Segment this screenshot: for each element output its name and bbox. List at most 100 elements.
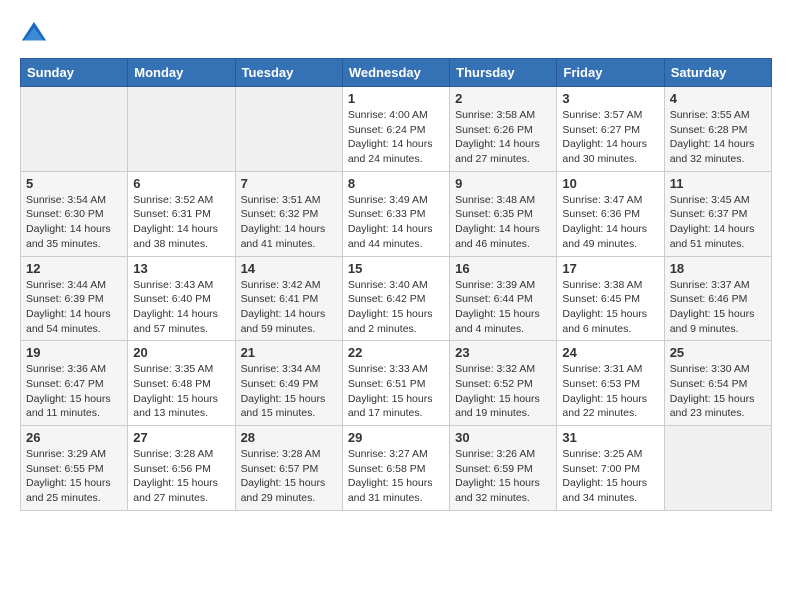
day-info: Sunrise: 3:37 AM Sunset: 6:46 PM Dayligh… [670,278,766,337]
day-info: Sunrise: 4:00 AM Sunset: 6:24 PM Dayligh… [348,108,444,167]
day-cell: 18 Sunrise: 3:37 AM Sunset: 6:46 PM Dayli… [664,256,771,341]
logo-icon [20,20,48,48]
col-header-friday: Friday [557,59,664,87]
day-number: 27 [133,430,229,445]
day-cell: 5Sunrise: 3:54 AM Sunset: 6:30 PM Daylig… [21,171,128,256]
day-info: Sunrise: 3:43 AM Sunset: 6:40 PM Dayligh… [133,278,229,337]
day-cell: 30 Sunrise: 3:26 AM Sunset: 6:59 PM Dayli… [450,426,557,511]
day-number: 24 [562,345,658,360]
day-cell: 2 Sunrise: 3:58 AM Sunset: 6:26 PM Daylig… [450,87,557,172]
day-cell [235,87,342,172]
day-cell: 24 Sunrise: 3:31 AM Sunset: 6:53 PM Dayli… [557,341,664,426]
day-number: 7 [241,176,337,191]
day-info: Sunrise: 3:52 AM Sunset: 6:31 PM Dayligh… [133,193,229,252]
col-header-monday: Monday [128,59,235,87]
day-cell: 16 Sunrise: 3:39 AM Sunset: 6:44 PM Dayli… [450,256,557,341]
day-number: 10 [562,176,658,191]
day-cell: 10 Sunrise: 3:47 AM Sunset: 6:36 PM Dayli… [557,171,664,256]
day-cell: 12Sunrise: 3:44 AM Sunset: 6:39 PM Dayli… [21,256,128,341]
day-cell: 13 Sunrise: 3:43 AM Sunset: 6:40 PM Dayli… [128,256,235,341]
day-info: Sunrise: 3:48 AM Sunset: 6:35 PM Dayligh… [455,193,551,252]
day-cell: 6 Sunrise: 3:52 AM Sunset: 6:31 PM Daylig… [128,171,235,256]
week-row-1: 1 Sunrise: 4:00 AM Sunset: 6:24 PM Daylig… [21,87,772,172]
day-info: Sunrise: 3:58 AM Sunset: 6:26 PM Dayligh… [455,108,551,167]
day-info: Sunrise: 3:28 AM Sunset: 6:57 PM Dayligh… [241,447,337,506]
day-number: 23 [455,345,551,360]
day-cell: 22Sunrise: 3:33 AM Sunset: 6:51 PM Dayli… [342,341,449,426]
logo [20,20,52,48]
day-info: Sunrise: 3:27 AM Sunset: 6:58 PM Dayligh… [348,447,444,506]
day-info: Sunrise: 3:32 AM Sunset: 6:52 PM Dayligh… [455,362,551,421]
day-number: 6 [133,176,229,191]
week-row-5: 26Sunrise: 3:29 AM Sunset: 6:55 PM Dayli… [21,426,772,511]
day-info: Sunrise: 3:45 AM Sunset: 6:37 PM Dayligh… [670,193,766,252]
day-info: Sunrise: 3:30 AM Sunset: 6:54 PM Dayligh… [670,362,766,421]
day-cell: 1 Sunrise: 4:00 AM Sunset: 6:24 PM Daylig… [342,87,449,172]
day-number: 2 [455,91,551,106]
day-number: 15 [348,261,444,276]
day-number: 8 [348,176,444,191]
col-header-thursday: Thursday [450,59,557,87]
day-cell: 9 Sunrise: 3:48 AM Sunset: 6:35 PM Daylig… [450,171,557,256]
week-row-2: 5Sunrise: 3:54 AM Sunset: 6:30 PM Daylig… [21,171,772,256]
day-cell: 29 Sunrise: 3:27 AM Sunset: 6:58 PM Dayli… [342,426,449,511]
day-cell: 27 Sunrise: 3:28 AM Sunset: 6:56 PM Dayli… [128,426,235,511]
day-info: Sunrise: 3:39 AM Sunset: 6:44 PM Dayligh… [455,278,551,337]
calendar-table: SundayMondayTuesdayWednesdayThursdayFrid… [20,58,772,511]
day-cell: 8Sunrise: 3:49 AM Sunset: 6:33 PM Daylig… [342,171,449,256]
day-cell: 17 Sunrise: 3:38 AM Sunset: 6:45 PM Dayli… [557,256,664,341]
day-cell [128,87,235,172]
day-number: 9 [455,176,551,191]
day-info: Sunrise: 3:36 AM Sunset: 6:47 PM Dayligh… [26,362,122,421]
col-header-tuesday: Tuesday [235,59,342,87]
page-header [20,20,772,48]
day-cell: 28 Sunrise: 3:28 AM Sunset: 6:57 PM Dayli… [235,426,342,511]
day-number: 28 [241,430,337,445]
day-cell: 20Sunrise: 3:35 AM Sunset: 6:48 PM Dayli… [128,341,235,426]
day-info: Sunrise: 3:42 AM Sunset: 6:41 PM Dayligh… [241,278,337,337]
week-row-4: 19 Sunrise: 3:36 AM Sunset: 6:47 PM Dayli… [21,341,772,426]
day-info: Sunrise: 3:57 AM Sunset: 6:27 PM Dayligh… [562,108,658,167]
day-number: 25 [670,345,766,360]
day-number: 4 [670,91,766,106]
day-info: Sunrise: 3:47 AM Sunset: 6:36 PM Dayligh… [562,193,658,252]
day-cell: 19 Sunrise: 3:36 AM Sunset: 6:47 PM Dayli… [21,341,128,426]
day-info: Sunrise: 3:55 AM Sunset: 6:28 PM Dayligh… [670,108,766,167]
day-number: 13 [133,261,229,276]
day-number: 20 [133,345,229,360]
day-info: Sunrise: 3:33 AM Sunset: 6:51 PM Dayligh… [348,362,444,421]
day-info: Sunrise: 3:26 AM Sunset: 6:59 PM Dayligh… [455,447,551,506]
day-number: 31 [562,430,658,445]
day-cell [21,87,128,172]
header-row: SundayMondayTuesdayWednesdayThursdayFrid… [21,59,772,87]
day-info: Sunrise: 3:28 AM Sunset: 6:56 PM Dayligh… [133,447,229,506]
day-info: Sunrise: 3:31 AM Sunset: 6:53 PM Dayligh… [562,362,658,421]
day-cell: 4 Sunrise: 3:55 AM Sunset: 6:28 PM Daylig… [664,87,771,172]
day-number: 18 [670,261,766,276]
day-cell: 11 Sunrise: 3:45 AM Sunset: 6:37 PM Dayli… [664,171,771,256]
day-info: Sunrise: 3:51 AM Sunset: 6:32 PM Dayligh… [241,193,337,252]
day-number: 29 [348,430,444,445]
day-cell [664,426,771,511]
day-number: 16 [455,261,551,276]
day-info: Sunrise: 3:38 AM Sunset: 6:45 PM Dayligh… [562,278,658,337]
day-number: 12 [26,261,122,276]
day-cell: 7 Sunrise: 3:51 AM Sunset: 6:32 PM Daylig… [235,171,342,256]
day-info: Sunrise: 3:34 AM Sunset: 6:49 PM Dayligh… [241,362,337,421]
col-header-wednesday: Wednesday [342,59,449,87]
day-cell: 14Sunrise: 3:42 AM Sunset: 6:41 PM Dayli… [235,256,342,341]
day-info: Sunrise: 3:54 AM Sunset: 6:30 PM Dayligh… [26,193,122,252]
day-number: 11 [670,176,766,191]
day-cell: 23 Sunrise: 3:32 AM Sunset: 6:52 PM Dayli… [450,341,557,426]
day-number: 17 [562,261,658,276]
day-number: 1 [348,91,444,106]
day-info: Sunrise: 3:40 AM Sunset: 6:42 PM Dayligh… [348,278,444,337]
day-cell: 31Sunrise: 3:25 AM Sunset: 7:00 PM Dayli… [557,426,664,511]
day-number: 3 [562,91,658,106]
day-number: 30 [455,430,551,445]
day-cell: 26Sunrise: 3:29 AM Sunset: 6:55 PM Dayli… [21,426,128,511]
day-cell: 15 Sunrise: 3:40 AM Sunset: 6:42 PM Dayli… [342,256,449,341]
week-row-3: 12Sunrise: 3:44 AM Sunset: 6:39 PM Dayli… [21,256,772,341]
day-number: 21 [241,345,337,360]
day-number: 19 [26,345,122,360]
